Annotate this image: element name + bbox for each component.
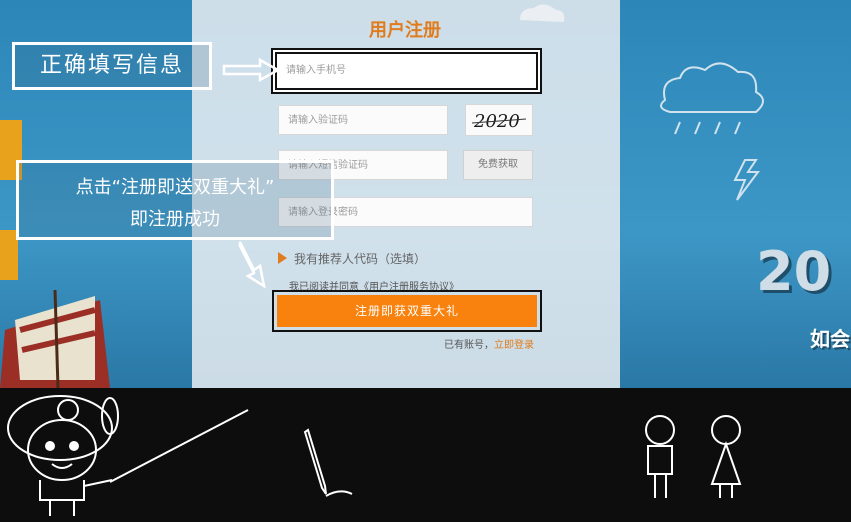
tip-line-1: 点击“注册即送双重大礼” — [75, 177, 275, 198]
login-line: 已有账号，立即登录 — [444, 336, 534, 351]
ship-illustration — [0, 289, 110, 388]
login-prefix: 已有账号， — [444, 340, 494, 351]
bottom-chalkboard — [0, 388, 851, 522]
stick-figures-illustration — [645, 415, 742, 498]
arrow-down-icon — [238, 241, 266, 289]
lightning-icon — [733, 159, 760, 201]
agreement-text[interactable]: 我已阅读并同意《用户注册服务协议》 — [289, 278, 459, 293]
expand-arrow-icon[interactable] — [278, 252, 287, 264]
tip-line-2: 即注册成功 — [130, 209, 220, 230]
mascot-teacher-illustration — [7, 395, 249, 516]
tip-fill-info: 正确填写信息 — [12, 42, 212, 90]
phone-input[interactable]: 请输入手机号 — [275, 52, 538, 90]
arrow-right-icon — [222, 58, 281, 82]
background-number: 20 — [756, 240, 832, 303]
tip-click-register: 点击“注册即送双重大礼” 即注册成功 — [16, 160, 334, 240]
form-title: 用户注册 — [369, 20, 441, 41]
pencil-icon — [303, 428, 353, 497]
verification-code-input[interactable]: 请输入验证码 — [278, 105, 448, 135]
login-link[interactable]: 立即登录 — [494, 340, 534, 351]
captcha-image[interactable]: 2020 — [465, 104, 533, 136]
rain-cloud-icon — [660, 62, 764, 135]
background-banner-text: 如会 — [810, 327, 850, 351]
register-button[interactable]: 注册即获双重大礼 — [272, 290, 542, 332]
get-sms-code-button[interactable]: 免费获取 — [463, 150, 533, 180]
referral-toggle[interactable]: 我有推荐人代码（选填） — [294, 250, 426, 267]
